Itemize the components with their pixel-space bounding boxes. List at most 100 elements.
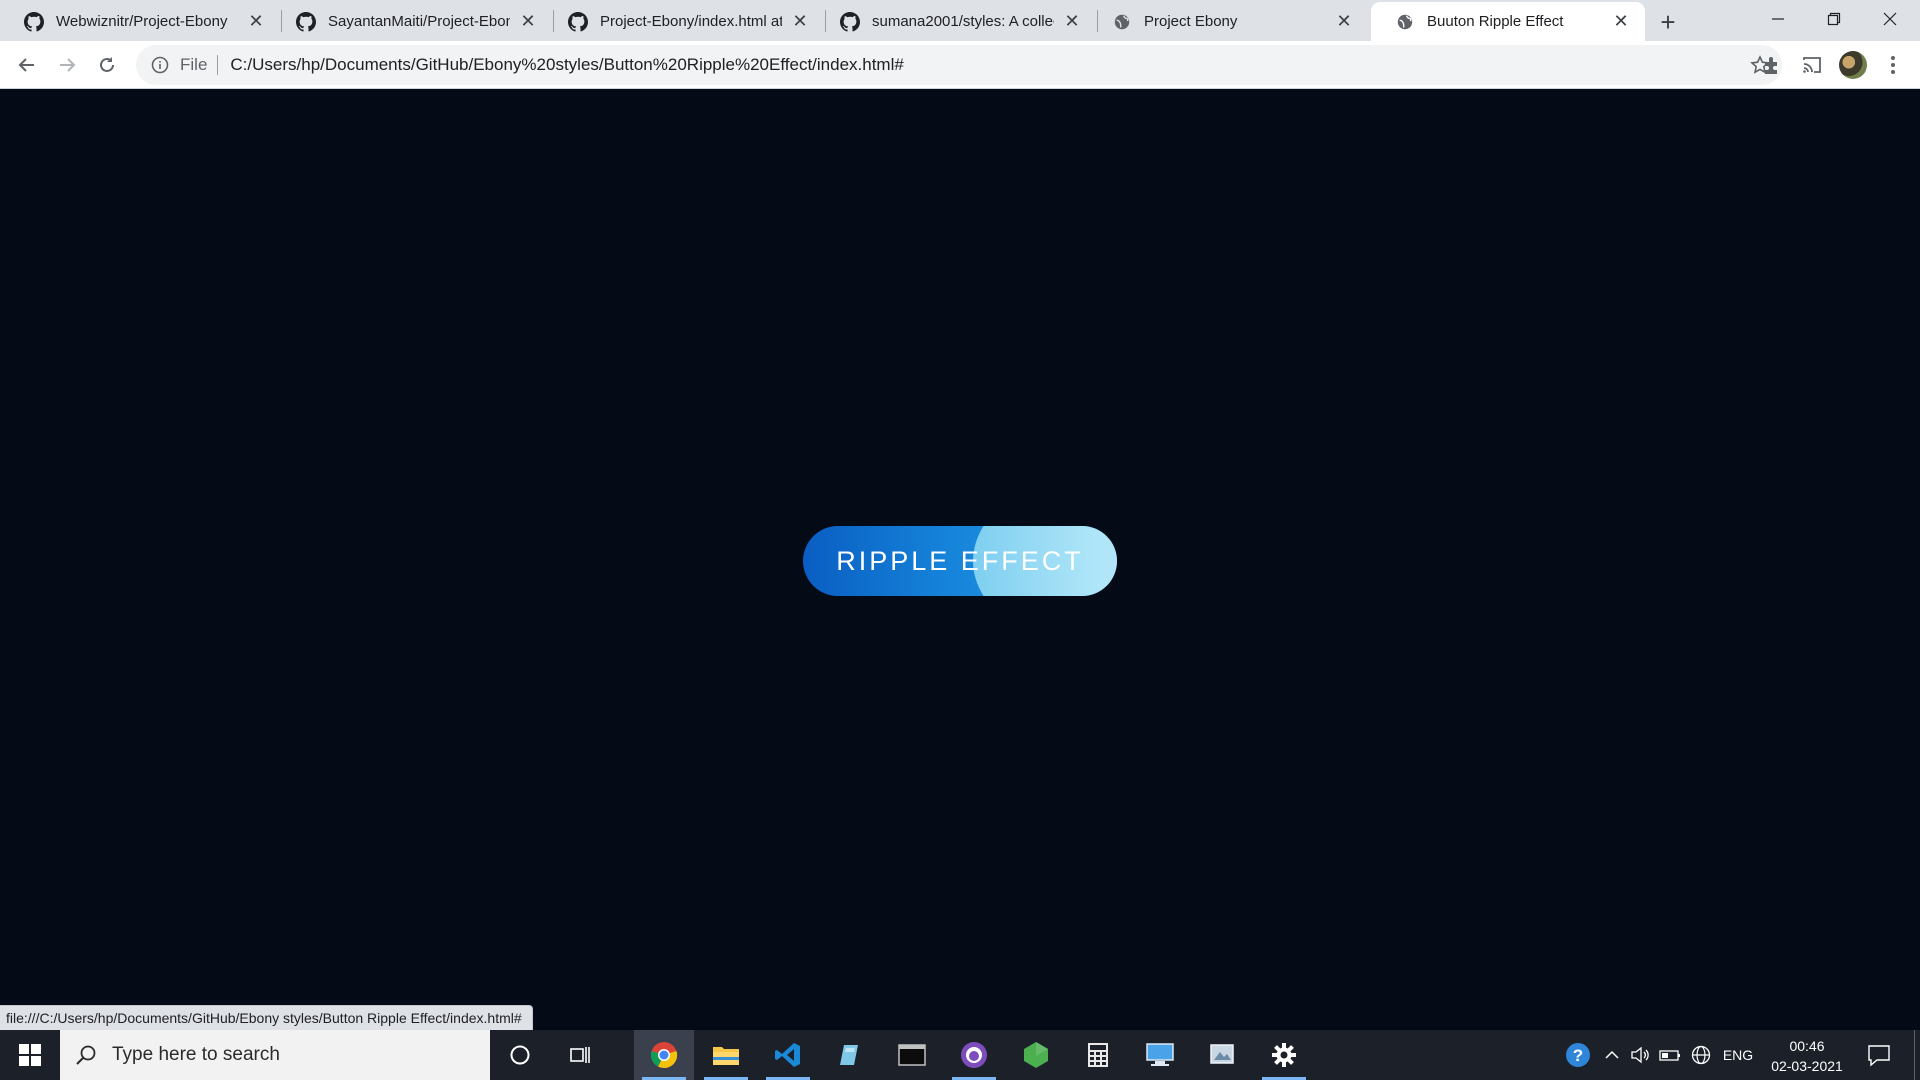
back-button[interactable]	[11, 49, 43, 81]
tab-title: Project Ebony	[1144, 13, 1238, 30]
tab-project-ebony-index[interactable]: Project-Ebony/index.html at ✕	[544, 2, 824, 41]
tab-title: sumana2001/styles: A collect	[872, 13, 1054, 30]
file-explorer-icon	[713, 1047, 739, 1065]
taskbar-github-desktop[interactable]	[944, 1030, 1004, 1080]
browser-toolbar: File C:/Users/hp/Documents/GitHub/Ebony%…	[0, 41, 1920, 89]
remote-desktop-icon	[1146, 1043, 1174, 1066]
help-icon: ?	[1566, 1043, 1590, 1067]
reload-icon	[100, 57, 114, 72]
taskbar-terminal[interactable]	[882, 1030, 942, 1080]
vscode-icon	[775, 1043, 800, 1067]
action-center-button[interactable]	[1866, 1042, 1892, 1068]
language-indicator[interactable]: ENG	[1718, 1030, 1758, 1080]
chrome-icon	[650, 1042, 678, 1069]
taskbar-snipping-tool[interactable]	[1192, 1030, 1252, 1080]
tab-title: Buuton Ripple Effect	[1427, 13, 1564, 30]
address-bar[interactable]: File C:/Users/hp/Documents/GitHub/Ebony%…	[136, 45, 1782, 85]
tab-sayantanmaiti[interactable]: SayantanMaiti/Project-Ebony ✕	[272, 2, 552, 41]
taskbar-chrome[interactable]	[634, 1030, 694, 1080]
taskbar-clock[interactable]: 00:46 02-03-2021	[1764, 1036, 1850, 1076]
address-divider	[217, 55, 219, 75]
page-viewport: RIPPLE EFFECT	[0, 89, 1920, 1030]
close-icon	[1883, 12, 1897, 26]
taskbar-notepad[interactable]	[820, 1030, 880, 1080]
clock-time: 00:46	[1789, 1038, 1825, 1054]
url-text[interactable]: C:/Users/hp/Documents/GitHub/Ebony%20sty…	[230, 55, 903, 75]
tab-strip: Webwiznitr/Project-Ebony ✕ SayantanMaiti…	[0, 0, 1920, 41]
info-icon[interactable]	[150, 55, 170, 75]
close-icon[interactable]: ✕	[246, 11, 266, 32]
calculator-icon	[1088, 1043, 1108, 1067]
close-icon[interactable]: ✕	[1611, 11, 1631, 32]
start-button[interactable]	[0, 1030, 60, 1080]
tab-webwiznitr[interactable]: Webwiznitr/Project-Ebony ✕	[0, 2, 280, 41]
taskbar-file-explorer[interactable]	[696, 1030, 756, 1080]
taskbar-nodejs[interactable]	[1006, 1030, 1066, 1080]
snipping-tool-icon	[1210, 1044, 1234, 1064]
task-view-icon	[570, 1047, 590, 1063]
windows-logo-icon	[19, 1044, 41, 1066]
extensions-icon[interactable]	[1760, 53, 1784, 77]
tab-sumana-styles[interactable]: sumana2001/styles: A collect ✕	[816, 2, 1096, 41]
cortana-icon	[510, 1045, 530, 1065]
chevron-up-icon	[1605, 1050, 1619, 1059]
tab-button-ripple-effect[interactable]: Buuton Ripple Effect ✕	[1371, 2, 1645, 41]
close-icon[interactable]: ✕	[518, 11, 538, 32]
tab-project-ebony[interactable]: Project Ebony ✕	[1088, 2, 1368, 41]
minimize-button[interactable]	[1750, 0, 1806, 38]
ripple-effect-button[interactable]: RIPPLE EFFECT	[803, 526, 1117, 596]
taskbar-settings[interactable]	[1254, 1030, 1314, 1080]
show-hidden-icons-button[interactable]	[1600, 1030, 1624, 1080]
tab-title: Webwiznitr/Project-Ebony	[56, 13, 228, 30]
clock-date: 02-03-2021	[1771, 1058, 1843, 1074]
cast-icon[interactable]	[1800, 53, 1824, 77]
globe-icon	[1395, 12, 1415, 32]
task-view-button[interactable]	[550, 1030, 610, 1080]
github-icon	[568, 11, 588, 32]
github-desktop-icon	[961, 1042, 987, 1068]
windows-taskbar: Type here to search ? ENG 00:46 02-03-20…	[0, 1030, 1920, 1080]
globe-icon	[1112, 12, 1132, 32]
github-icon	[296, 11, 316, 32]
battery-icon	[1659, 1050, 1680, 1061]
close-window-button[interactable]	[1862, 0, 1918, 38]
taskbar-calculator[interactable]	[1068, 1030, 1128, 1080]
show-desktop-button[interactable]	[1914, 1030, 1915, 1080]
help-tray-button[interactable]: ?	[1560, 1030, 1596, 1080]
restore-button[interactable]	[1806, 0, 1862, 38]
minimize-icon	[1772, 18, 1784, 20]
tab-title: Project-Ebony/index.html at	[600, 13, 782, 30]
network-tray-button[interactable]	[1688, 1030, 1714, 1080]
taskbar-search-box[interactable]: Type here to search	[60, 1030, 490, 1080]
search-placeholder: Type here to search	[112, 1044, 280, 1065]
close-icon[interactable]: ✕	[790, 11, 810, 32]
taskbar-remote-desktop[interactable]	[1130, 1030, 1190, 1080]
volume-tray-button[interactable]	[1627, 1030, 1653, 1080]
speaker-icon	[1631, 1046, 1649, 1064]
new-tab-button[interactable]: +	[1654, 7, 1682, 37]
profile-avatar[interactable]	[1839, 51, 1867, 79]
terminal-icon	[898, 1044, 926, 1066]
arrow-right-icon	[60, 58, 76, 72]
search-icon	[74, 1043, 98, 1067]
ripple-button-label: RIPPLE EFFECT	[836, 545, 1084, 576]
cortana-button[interactable]	[490, 1030, 550, 1080]
tab-title: SayantanMaiti/Project-Ebony	[328, 13, 510, 30]
scheme-label: File	[180, 55, 208, 74]
github-icon	[24, 11, 44, 32]
close-icon[interactable]: ✕	[1062, 11, 1082, 32]
github-icon	[840, 11, 860, 32]
restore-icon	[1827, 12, 1841, 26]
forward-button[interactable]	[51, 49, 83, 81]
more-menu-icon[interactable]	[1881, 53, 1905, 77]
notification-icon	[1868, 1045, 1890, 1067]
battery-tray-button[interactable]	[1657, 1030, 1683, 1080]
settings-icon	[1272, 1043, 1296, 1067]
link-status-bubble: file:///C:/Users/hp/Documents/GitHub/Ebo…	[0, 1005, 533, 1030]
reload-button[interactable]	[91, 49, 123, 81]
arrow-left-icon	[18, 58, 34, 72]
taskbar-vscode[interactable]	[758, 1030, 818, 1080]
nodejs-icon	[1024, 1042, 1048, 1068]
notepad-icon	[840, 1045, 858, 1065]
close-icon[interactable]: ✕	[1334, 11, 1354, 32]
